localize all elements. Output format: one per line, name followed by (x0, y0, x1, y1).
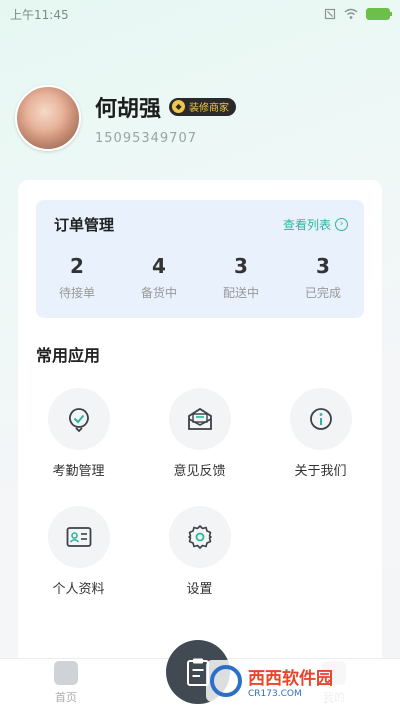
status-icons (324, 8, 392, 20)
merchant-badge: ◆ 装修商家 (169, 97, 237, 116)
avatar[interactable] (15, 85, 81, 151)
feedback-mail-icon (168, 388, 231, 450)
chevron-right-icon: › (335, 218, 348, 231)
app-settings[interactable]: 设置 (139, 506, 260, 597)
attendance-icon (47, 388, 110, 450)
watermark-text: 西西软件园 CR173.COM (248, 664, 333, 699)
stat-label: 备货中 (140, 286, 177, 300)
watermark-main: 西西软件园 (248, 668, 333, 689)
app-label: 个人资料 (52, 582, 105, 597)
app-label: 考勤管理 (52, 464, 105, 479)
app-attendance[interactable]: 考勤管理 (18, 388, 139, 479)
phone-number: 15095349707 (95, 130, 197, 146)
alarm-icon (324, 8, 336, 20)
badge-diamond-icon: ◆ (172, 100, 186, 113)
user-name: 何胡强 (95, 96, 162, 122)
status-time: 上午11:45 (10, 7, 69, 22)
order-stats: 2 待接单 4 备货中 3 配送中 3 已完成 (36, 254, 364, 301)
tab-home-label: 首页 (55, 691, 77, 704)
stat-pending[interactable]: 2 待接单 (36, 254, 118, 301)
name-row: 何胡强 ◆ 装修商家 (95, 91, 237, 123)
tab-home[interactable]: 首页 (16, 659, 116, 705)
view-list-label: 查看列表 (282, 218, 331, 232)
watermark: 西西软件园 CR173.COM (206, 660, 386, 702)
app-profile[interactable]: 个人资料 (18, 506, 139, 597)
app-label: 设置 (186, 582, 213, 597)
stat-count: 3 (234, 254, 248, 278)
order-management-panel: 订单管理 查看列表 › 2 待接单 4 备货中 3 配送中 3 已完成 (36, 200, 364, 318)
stat-label: 已完成 (304, 286, 341, 300)
app-label: 意见反馈 (173, 464, 226, 479)
stat-count: 4 (152, 254, 166, 278)
stat-label: 待接单 (58, 286, 95, 300)
app-feedback[interactable]: 意见反馈 (139, 388, 260, 479)
wifi-icon (344, 8, 358, 19)
status-bar: 上午11:45 (0, 0, 400, 28)
main-card: 订单管理 查看列表 › 2 待接单 4 备货中 3 配送中 3 已完成 常用应用 (18, 180, 382, 670)
profile-info: 何胡强 ◆ 装修商家 15095349707 (95, 91, 237, 146)
order-management-title: 订单管理 (54, 216, 115, 234)
watermark-sub: CR173.COM (248, 688, 302, 699)
stat-label: 配送中 (222, 286, 259, 300)
watermark-logo (210, 665, 242, 697)
gear-icon (168, 506, 231, 568)
view-list-link[interactable]: 查看列表 › (283, 216, 348, 233)
app-about-us[interactable]: 关于我们 (260, 388, 381, 479)
home-icon (54, 661, 78, 685)
app-label: 关于我们 (294, 464, 347, 479)
info-icon (289, 388, 352, 450)
stat-preparing[interactable]: 4 备货中 (118, 254, 200, 301)
stat-count: 2 (70, 254, 84, 278)
stat-delivering[interactable]: 3 配送中 (200, 254, 282, 301)
battery-icon (366, 8, 392, 20)
stat-count: 3 (316, 254, 330, 278)
stat-completed[interactable]: 3 已完成 (282, 254, 364, 301)
id-card-icon (47, 506, 110, 568)
profile-header: 何胡强 ◆ 装修商家 15095349707 (15, 85, 237, 151)
badge-label: 装修商家 (189, 103, 230, 114)
common-apps-title: 常用应用 (36, 346, 101, 365)
